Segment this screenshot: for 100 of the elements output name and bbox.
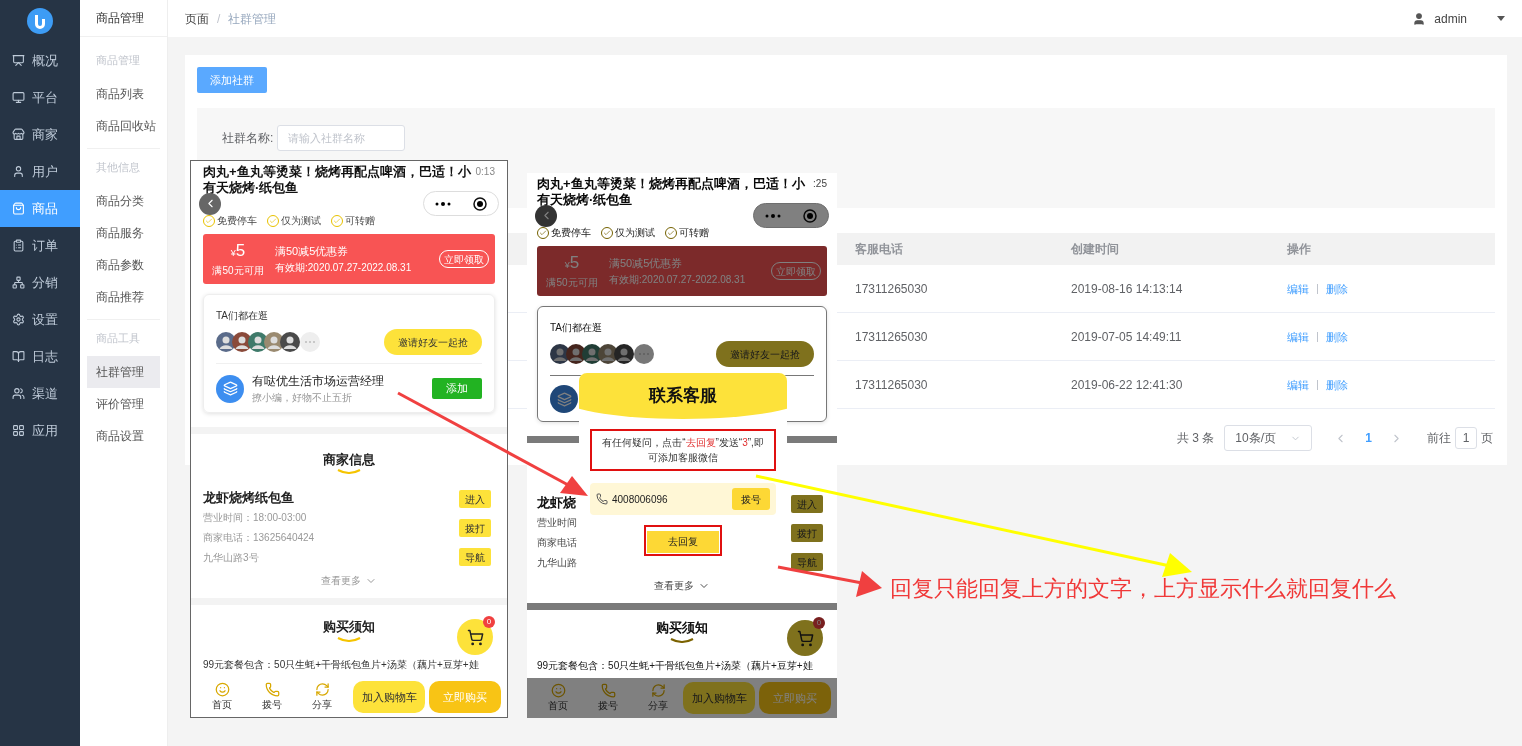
- avatar: [280, 332, 300, 352]
- hierarchy-icon: [12, 276, 25, 289]
- dial-button[interactable]: 拨号: [732, 488, 770, 510]
- back-button[interactable]: [535, 204, 557, 227]
- merchant-action-button[interactable]: 进入: [459, 490, 491, 508]
- filter-label: 社群名称:: [222, 130, 274, 148]
- nav-item[interactable]: 商家: [0, 116, 80, 153]
- table-cell-text: 2019-06-22 12:41:30: [1071, 376, 1184, 394]
- merchant-info: 营业时间：18:00-03:00: [203, 511, 308, 525]
- merchant-info: 九华山路3号: [203, 551, 260, 565]
- user-icon: [12, 165, 25, 178]
- users-icon: [12, 387, 25, 400]
- caret-icon[interactable]: [1497, 16, 1505, 21]
- nav-item[interactable]: 订单: [0, 227, 80, 264]
- refresh-icon: [314, 682, 330, 697]
- notice-text: 99元套餐包含：50只生蚝+干骨纸包鱼片+汤菜（藕片+豆芽+娃: [203, 658, 479, 670]
- nav-item[interactable]: 用户: [0, 153, 80, 190]
- clipboard-icon: [12, 239, 25, 252]
- merchant-action-button[interactable]: 导航: [459, 548, 491, 566]
- section-heading: 购买须知: [656, 619, 708, 637]
- nav-item[interactable]: 渠道: [0, 375, 80, 412]
- more-icon[interactable]: [435, 201, 451, 206]
- merchant-action-button[interactable]: 导航: [791, 553, 823, 571]
- reply-button[interactable]: 去回复: [647, 530, 719, 553]
- card-heading: TA们都在逛: [216, 310, 269, 321]
- cart-badge: 0: [483, 616, 495, 628]
- refresh-icon: [650, 683, 666, 698]
- table-cell-text: 17311265030: [855, 328, 929, 346]
- service-phone: 4008006096: [612, 492, 668, 507]
- nav-item[interactable]: 日志: [0, 338, 80, 375]
- merchant-info: 商家电话: [537, 536, 577, 550]
- bottom-tab[interactable]: 首页: [533, 683, 583, 713]
- annotation-note: 回复只能回复上方的文字，上方显示什么就回复什么: [890, 575, 1396, 603]
- nav-item[interactable]: 应用: [0, 412, 80, 449]
- table-cell-text: 2019-08-16 14:13:14: [1071, 280, 1184, 298]
- page-jump-field[interactable]: 1: [1455, 427, 1477, 450]
- dialog-title: 联系客服: [649, 385, 717, 408]
- column-header: 操作: [1287, 241, 1312, 259]
- more-avatars-icon: [300, 332, 320, 352]
- bottom-tab[interactable]: 分享: [633, 683, 683, 713]
- subnav-item[interactable]: 商品服务: [87, 217, 160, 249]
- merchant-action-button[interactable]: 拨打: [459, 519, 491, 537]
- nav-item[interactable]: 概况: [0, 42, 80, 79]
- smiley-icon: [550, 683, 566, 698]
- nav-item[interactable]: 设置: [0, 301, 80, 338]
- subnav-item[interactable]: 社群管理: [87, 356, 160, 388]
- coupon-title: 满50减5优惠券: [609, 256, 684, 272]
- coupon-amount: ¥5: [230, 240, 246, 262]
- subnav-item[interactable]: 商品回收站: [87, 110, 160, 142]
- subnav-item[interactable]: 商品分类: [87, 185, 160, 217]
- add-to-cart-button[interactable]: 加入购物车: [353, 681, 425, 713]
- underline-swoosh: [670, 637, 694, 643]
- table-cell-text: 17311265030: [855, 280, 929, 298]
- back-button[interactable]: [199, 192, 221, 215]
- card-heading: TA们都在逛: [550, 322, 603, 333]
- cart-button[interactable]: 0: [457, 619, 493, 655]
- service-tag: 仅为测试: [615, 225, 655, 240]
- phone-icon: [596, 493, 608, 505]
- more-avatars-icon: [634, 344, 654, 364]
- service-tag: 可转赠: [345, 213, 375, 228]
- subnav-item[interactable]: 商品推荐: [87, 281, 160, 313]
- bottom-tab[interactable]: 分享: [297, 682, 347, 712]
- merchant-action-button[interactable]: 进入: [791, 495, 823, 513]
- subnav-item[interactable]: 评价管理: [87, 388, 160, 420]
- breadcrumb-item: 社群管理: [228, 10, 277, 28]
- bottom-tab[interactable]: 拨号: [247, 682, 297, 712]
- cart-badge: 0: [813, 617, 825, 629]
- service-tag: 免费停车: [217, 213, 257, 228]
- subnav-item[interactable]: 商品参数: [87, 249, 160, 281]
- coupon-title: 满50减5优惠券: [275, 244, 350, 260]
- user-icon: [1412, 11, 1427, 26]
- book-icon: [12, 350, 25, 363]
- nav-item[interactable]: 分销: [0, 264, 80, 301]
- capsule-menu[interactable]: [423, 191, 499, 216]
- service-tag: 可转赠: [679, 225, 709, 240]
- page-title: 肉丸+鱼丸等烫菜！烧烤再配点啤酒，巴适！小有天烧烤·纸包鱼: [203, 164, 472, 196]
- notice-text: 99元套餐包含：50只生蚝+干骨纸包鱼片+汤菜（藕片+豆芽+娃: [537, 659, 813, 671]
- total-count: 共 3 条: [1176, 430, 1215, 448]
- breadcrumb-item[interactable]: 页面: [185, 9, 209, 28]
- merchant-action-button[interactable]: 拨打: [791, 524, 823, 542]
- user-name[interactable]: admin: [1434, 9, 1467, 28]
- nav-item[interactable]: 平台: [0, 79, 80, 116]
- bottom-tab[interactable]: 拨号: [583, 683, 633, 713]
- breadcrumb-separator: /: [217, 10, 221, 28]
- subnav-item[interactable]: 商品设置: [87, 420, 160, 452]
- service-tag: 仅为测试: [281, 213, 321, 228]
- invite-button[interactable]: 邀请好友一起抢: [384, 329, 482, 355]
- add-to-cart-button[interactable]: 加入购物车: [683, 682, 755, 714]
- logo-icon: [27, 8, 53, 34]
- merchant-name: 龙虾烧: [537, 494, 577, 512]
- merchant-info: 九华山路: [537, 556, 577, 570]
- view-more-link[interactable]: 查看更多: [654, 578, 694, 593]
- page-title: 肉丸+鱼丸等烫菜！烧烤再配点啤酒，巴适！小有天烧烤·纸包鱼: [537, 176, 806, 208]
- contact-name: 有哒优生活市场运营经理: [252, 373, 384, 390]
- bottom-tab[interactable]: 首页: [197, 682, 247, 712]
- coupon-condition: 满50元可用: [546, 275, 598, 290]
- avatar: [614, 344, 634, 364]
- subnav-item[interactable]: 商品列表: [87, 78, 160, 110]
- page-size-select[interactable]: 10条/页: [1224, 425, 1313, 452]
- store-icon: [12, 128, 25, 141]
